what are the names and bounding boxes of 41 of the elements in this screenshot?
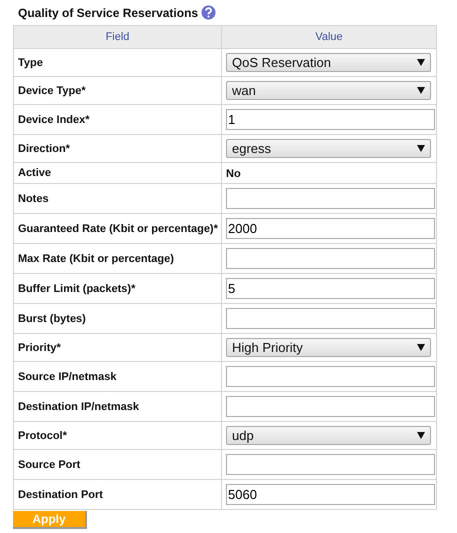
- field-label: Device Index*: [14, 104, 222, 134]
- input-field[interactable]: [226, 188, 435, 209]
- input-field[interactable]: 5: [226, 278, 435, 299]
- field-label: Active: [14, 162, 222, 184]
- column-header: Value: [222, 26, 436, 48]
- dropdown[interactable]: QoS Reservation: [226, 53, 431, 72]
- field-label: Notes: [14, 184, 222, 214]
- field-label: Source Port: [14, 450, 222, 480]
- field-label: Max Rate (Kbit or percentage): [14, 244, 222, 274]
- dropdown[interactable]: wan: [226, 81, 431, 100]
- input-field[interactable]: 1: [226, 109, 435, 130]
- caret-icon: [417, 432, 425, 439]
- input-field[interactable]: [226, 396, 435, 417]
- field-label: Type: [14, 48, 222, 76]
- field-label: Buffer Limit (packets)*: [14, 274, 222, 304]
- field-label: Destination IP/netmask: [14, 392, 222, 422]
- caret-icon: [417, 87, 425, 94]
- input-field[interactable]: [226, 308, 435, 329]
- field-label: Source IP/netmask: [14, 362, 222, 392]
- field-label: Priority*: [14, 334, 222, 362]
- input-field[interactable]: [226, 454, 435, 475]
- input-field[interactable]: [226, 366, 435, 387]
- dropdown[interactable]: egress: [226, 139, 431, 158]
- caret-icon: [417, 59, 425, 66]
- field-label: Direction*: [14, 134, 222, 162]
- input-field[interactable]: 2000: [226, 218, 435, 239]
- field-label: Burst (bytes): [14, 304, 222, 334]
- dropdown[interactable]: High Priority: [226, 338, 431, 357]
- caret-icon: [417, 145, 425, 152]
- field-label: Destination Port: [14, 480, 222, 510]
- field-label: Guaranteed Rate (Kbit or percentage)*: [14, 214, 222, 244]
- field-label: Protocol*: [14, 422, 222, 450]
- dropdown[interactable]: udp: [226, 426, 431, 445]
- help-icon[interactable]: [201, 5, 216, 20]
- column-header: Field: [14, 26, 222, 48]
- caret-icon: [417, 344, 425, 351]
- field-value: No: [226, 168, 241, 180]
- input-field[interactable]: 5060: [226, 484, 435, 505]
- section-title: Quality of Service Reservations: [18, 6, 198, 20]
- field-label: Device Type*: [14, 76, 222, 104]
- input-field[interactable]: [226, 248, 435, 269]
